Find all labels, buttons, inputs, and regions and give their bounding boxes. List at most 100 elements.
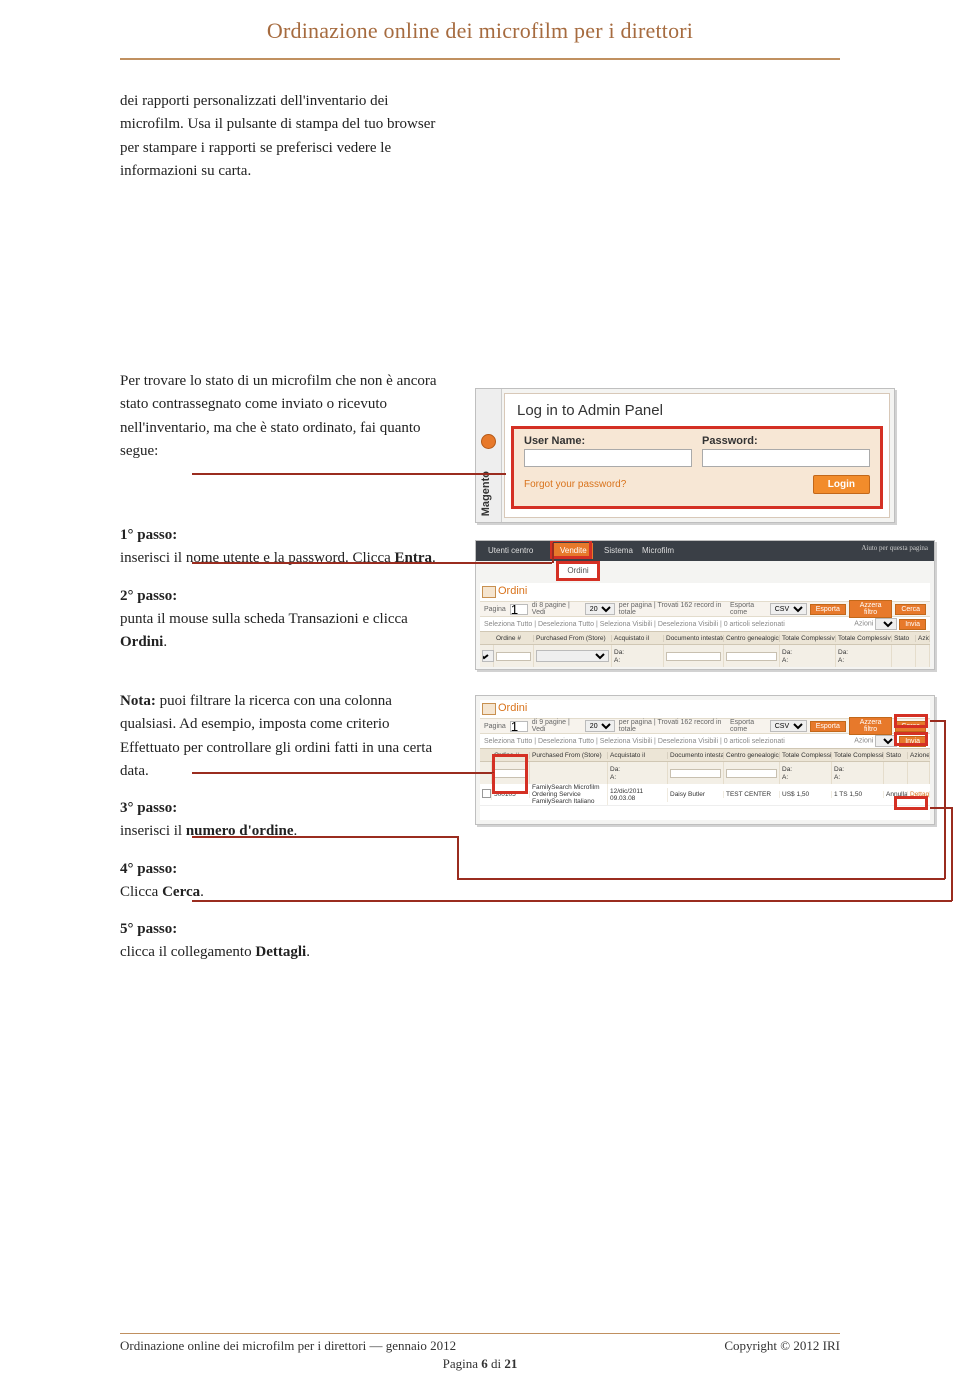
cerca-highlight bbox=[894, 714, 928, 728]
login-button[interactable]: Login bbox=[813, 475, 870, 494]
filter-row-2: Da:A: Da:A: Da:A: bbox=[480, 762, 930, 784]
dettagli-highlight bbox=[894, 796, 928, 810]
per-page-select[interactable]: 20 bbox=[585, 603, 615, 615]
per-page-label: per pagina | Trovati 162 record in total… bbox=[619, 602, 730, 616]
help-link[interactable]: Aiuto per questa pagina bbox=[861, 544, 928, 552]
to-label: A: bbox=[614, 657, 661, 664]
table-row[interactable]: 500105 FamilySearch Microfilm Ordering S… bbox=[480, 784, 930, 806]
export-label: Esporta come bbox=[730, 602, 767, 616]
magento-logo-icon bbox=[481, 434, 496, 449]
filter-centro[interactable] bbox=[726, 652, 777, 661]
col-documento[interactable]: Documento intestato a bbox=[664, 635, 724, 642]
cell-base: US$ 1,50 bbox=[780, 791, 832, 798]
col-ordine[interactable]: Ordine # bbox=[494, 635, 534, 642]
col-purchased[interactable]: Purchased From (Store) bbox=[534, 635, 612, 642]
selector-links[interactable]: Seleziona Tutto | Deseleziona Tutto | Se… bbox=[484, 621, 785, 628]
footer-page-a: Pagina bbox=[443, 1356, 482, 1371]
step-3-label: 3° passo: bbox=[120, 800, 177, 816]
find-status-paragraph: Per trovare lo stato di un microfilm che… bbox=[120, 370, 440, 463]
page-title: Ordinazione online dei microfilm per i d… bbox=[0, 18, 960, 44]
row-checkbox[interactable] bbox=[482, 789, 491, 798]
filter-any[interactable] bbox=[482, 650, 494, 662]
reset-button-2[interactable]: Azzera filtro bbox=[849, 717, 892, 735]
username-label: User Name: bbox=[524, 435, 585, 447]
col-totale-acq[interactable]: Totale Complessivo (Acquistato) bbox=[836, 635, 892, 642]
search-button[interactable]: Cerca bbox=[895, 604, 926, 615]
connector-step4-v1 bbox=[457, 836, 459, 878]
col-azione: Azione bbox=[916, 635, 930, 642]
nota-text: puoi filtrare la ricerca con una colonna… bbox=[120, 693, 432, 779]
screenshot-ordini-menu: Utenti centro Vendite Sistema Microfilm … bbox=[475, 540, 935, 670]
connector-step1 bbox=[192, 473, 506, 475]
connector-step3-h bbox=[192, 772, 492, 774]
pager-label: Pagina bbox=[484, 606, 506, 613]
ordine-filter-highlight bbox=[492, 754, 528, 794]
magento-label: Magento bbox=[480, 471, 492, 516]
footer-page-c: di bbox=[488, 1356, 505, 1371]
page-of: di 8 pagine | Vedi bbox=[532, 602, 581, 616]
tab-sistema[interactable]: Sistema bbox=[598, 543, 639, 559]
submit-button[interactable]: Invia bbox=[899, 619, 926, 630]
reset-filter-button[interactable]: Azzera filtro bbox=[849, 600, 892, 618]
grid-header-2: Ordine # Purchased From (Store) Acquista… bbox=[480, 748, 930, 762]
forgot-password-link[interactable]: Forgot your password? bbox=[524, 479, 626, 490]
login-title: Log in to Admin Panel bbox=[505, 394, 889, 423]
step-1-label: 1° passo: bbox=[120, 527, 177, 543]
filter-ordine[interactable] bbox=[496, 652, 531, 661]
selector-row: Seleziona Tutto | Deseleziona Tutto | Se… bbox=[480, 617, 930, 631]
pager-row: Pagina di 8 pagine | Vedi 20 per pagina … bbox=[480, 601, 930, 617]
step-2-action: Ordini bbox=[120, 634, 163, 650]
page-input[interactable] bbox=[510, 604, 528, 615]
submenu-ordini[interactable]: Ordini bbox=[556, 561, 600, 581]
step-3-text: inserisci il bbox=[120, 823, 186, 839]
selector-row-2: Seleziona Tutto | Deseleziona Tutto | Se… bbox=[480, 734, 930, 748]
tab-microfilm[interactable]: Microfilm bbox=[636, 543, 680, 559]
filter-store[interactable] bbox=[536, 650, 609, 662]
cell-date: 12/dic/2011 09.03.08 bbox=[608, 788, 668, 802]
export-button[interactable]: Esporta bbox=[810, 604, 846, 615]
filter-documento[interactable] bbox=[666, 652, 721, 661]
screenshot-ordini-row: Ordini Pagina di 9 pagine | Vedi 20 per … bbox=[475, 695, 935, 825]
magento-sidebar: Magento bbox=[476, 389, 502, 522]
pager-row-2: Pagina di 9 pagine | Vedi 20 per pagina … bbox=[480, 718, 930, 734]
cell-acq: 1 TS 1,50 bbox=[832, 791, 884, 798]
step-4-label: 4° passo: bbox=[120, 861, 177, 877]
invia-highlight bbox=[894, 732, 928, 746]
password-input[interactable] bbox=[702, 449, 870, 467]
footer-page-total: 21 bbox=[504, 1356, 517, 1371]
export-select[interactable]: CSV bbox=[770, 603, 807, 615]
connector-step2-v bbox=[552, 543, 554, 563]
step-1: 1° passo: inserisci il nome utente e la … bbox=[120, 524, 440, 571]
tab-users[interactable]: Utenti centro bbox=[482, 543, 539, 559]
from-label: Da: bbox=[614, 649, 661, 656]
cell-store: FamilySearch Microfilm Ordering Service … bbox=[530, 784, 608, 805]
filter-row: Da:A: Da:A: Da:A: bbox=[480, 645, 930, 667]
step-2: 2° passo: punta il mouse sulla scheda Tr… bbox=[120, 585, 440, 655]
username-input[interactable] bbox=[524, 449, 692, 467]
col-totale-base[interactable]: Totale Complessivo (Base) bbox=[780, 635, 836, 642]
page-footer: Ordinazione online dei microfilm per i d… bbox=[120, 1338, 840, 1372]
per-page-select-2[interactable]: 20 bbox=[585, 720, 615, 732]
grid-header: Ordine # Purchased From (Store) Acquista… bbox=[480, 631, 930, 645]
actions-label: Azioni bbox=[854, 621, 873, 628]
export-button-2[interactable]: Esporta bbox=[810, 721, 846, 732]
step-4-action: Cerca bbox=[162, 884, 200, 900]
screenshot-login: Magento Log in to Admin Panel User Name:… bbox=[475, 388, 895, 523]
footer-left: Ordinazione online dei microfilm per i d… bbox=[120, 1338, 456, 1354]
admin-topbar: Utenti centro Vendite Sistema Microfilm … bbox=[476, 541, 934, 561]
step-2-label: 2° passo: bbox=[120, 588, 177, 604]
connector-step3-v bbox=[492, 772, 494, 773]
step-1-text: inserisci il nome utente e la password. … bbox=[120, 550, 395, 566]
col-centro[interactable]: Centro genealogico bbox=[724, 635, 780, 642]
page-input-2[interactable] bbox=[510, 721, 528, 732]
actions-select[interactable] bbox=[875, 618, 897, 630]
step-5-label: 5° passo: bbox=[120, 921, 177, 937]
connector-step5-v bbox=[951, 807, 953, 901]
connector-step2-h bbox=[192, 562, 552, 564]
cell-name: Daisy Butler bbox=[668, 791, 724, 798]
step-5-text: clicca il collegamento bbox=[120, 944, 255, 960]
col-stato[interactable]: Stato bbox=[892, 635, 916, 642]
col-acquistato[interactable]: Acquistato il bbox=[612, 635, 664, 642]
export-select-2[interactable]: CSV bbox=[770, 720, 807, 732]
password-label: Password: bbox=[702, 435, 758, 447]
